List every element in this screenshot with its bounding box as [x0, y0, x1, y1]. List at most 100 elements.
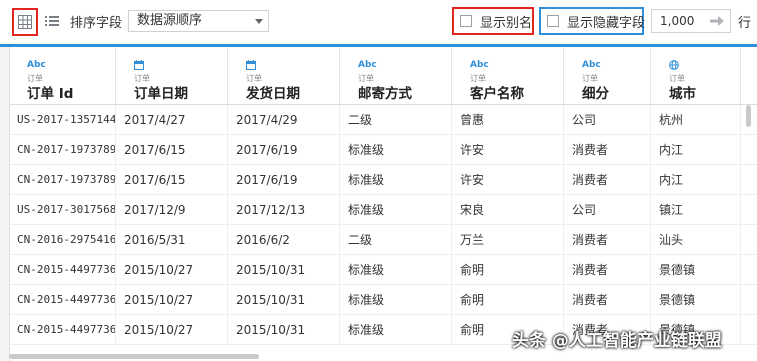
column-header[interactable]: 订单省: [741, 47, 757, 104]
text-type-icon: Abc: [358, 60, 377, 70]
table-cell: 宋良: [452, 195, 564, 225]
table-cell: CN-2015-4497736: [9, 315, 116, 345]
calendar-icon: [134, 60, 144, 71]
data-grid: Abc 订单 订单 Id 订单 订单日期 订单 发货日期 Abc 订单 邮寄方式 Abc 订单 客户名称…: [0, 47, 757, 361]
row-header-column: [0, 47, 10, 361]
show-alias-toggle[interactable]: 显示别名: [452, 7, 534, 35]
show-hidden-fields-toggle[interactable]: 显示隐藏字段: [539, 7, 645, 35]
table-cell: 景德镇: [651, 255, 741, 285]
table-row[interactable]: CN-2015-4497736 2015/10/27 2015/10/31 标准级 俞明…: [0, 285, 757, 315]
table-cell: [741, 225, 757, 255]
table-row[interactable]: US-2017-3017568 2017/12/9 2017/12/13 标准级 宋良公…: [0, 195, 757, 225]
table-cell: US-2017-1357144: [9, 105, 116, 135]
table-cell: 2015/10/27: [116, 285, 228, 315]
column-name: 订单 Id: [27, 86, 74, 102]
table-row[interactable]: US-2017-1357144 2017/4/27 2017/4/29 二级 曾惠 公司杭…: [0, 105, 757, 135]
text-type-icon: Abc: [470, 60, 489, 70]
column-name: 发货日期: [246, 86, 300, 102]
table-cell: 2017/6/15: [116, 165, 228, 195]
horizontal-scrollbar[interactable]: [9, 354, 259, 359]
column-header[interactable]: Abc 订单 细分: [564, 47, 651, 104]
table-cell: 2017/4/27: [116, 105, 228, 135]
table-cell: CN-2015-4497736: [9, 255, 116, 285]
table-cell: 2015/10/27: [116, 315, 228, 345]
table-cell: [741, 195, 757, 225]
column-header[interactable]: Abc 订单 邮寄方式: [340, 47, 452, 104]
table-cell: 消费者: [564, 285, 651, 315]
table-cell: 二级: [340, 105, 452, 135]
sort-field-select[interactable]: 数据源顺序: [128, 10, 269, 32]
column-name: 城市: [669, 86, 696, 102]
column-header[interactable]: 订单 发货日期: [228, 47, 340, 104]
table-cell: CN-2017-1973789: [9, 135, 116, 165]
table-cell: [741, 135, 757, 165]
table-cell: 消费者: [564, 165, 651, 195]
text-type-icon: Abc: [582, 60, 601, 70]
table-row[interactable]: CN-2017-1973789 2017/6/15 2017/6/19 标准级 许安 消费…: [0, 135, 757, 165]
table-cell: CN-2017-1973789: [9, 165, 116, 195]
show-hidden-fields-checkbox[interactable]: [547, 15, 559, 27]
table-cell: US-2017-3017568: [9, 195, 116, 225]
column-header[interactable]: 订单 订单日期: [116, 47, 228, 104]
show-alias-label: 显示别名: [480, 15, 533, 31]
grid-view-button[interactable]: [12, 8, 38, 36]
row-count-suffix: 行: [738, 16, 752, 31]
table-cell: 2017/6/19: [228, 165, 340, 195]
column-name: 细分: [582, 86, 609, 102]
chevron-down-icon: [255, 19, 263, 24]
table-row[interactable]: CN-2016-2975416 2016/5/31 2016/6/2 二级 万兰 消费者汕…: [0, 225, 757, 255]
table-cell: 2016/5/31: [116, 225, 228, 255]
header-row: Abc 订单 订单 Id 订单 订单日期 订单 发货日期 Abc 订单 邮寄方式 Abc 订单 客户名称…: [0, 47, 757, 105]
table-cell: 2015/10/27: [116, 255, 228, 285]
table-cell: 万兰: [452, 225, 564, 255]
sort-field-label: 排序字段: [70, 16, 123, 31]
table-cell: 标准级: [340, 315, 452, 345]
table-cell: 标准级: [340, 165, 452, 195]
table-cell: 杭州: [651, 105, 741, 135]
sort-field-value: 数据源顺序: [137, 13, 203, 28]
table-cell: 内江: [651, 165, 741, 195]
toolbar: 排序字段 数据源顺序 显示别名 显示隐藏字段 1,000 行: [0, 0, 757, 42]
table-cell: 消费者: [564, 135, 651, 165]
table-cell: 2015/10/31: [228, 255, 340, 285]
vertical-scrollbar[interactable]: [746, 105, 751, 127]
list-view-button[interactable]: [43, 11, 61, 31]
table-cell: 汕头: [651, 225, 741, 255]
table-cell: 2017/6/19: [228, 135, 340, 165]
arrow-right-icon[interactable]: [710, 15, 724, 27]
calendar-icon: [246, 60, 256, 71]
table-cell: 2015/10/31: [228, 285, 340, 315]
table-cell: 2017/12/13: [228, 195, 340, 225]
column-header[interactable]: 订单 城市: [651, 47, 741, 104]
column-name: 客户名称: [470, 86, 524, 102]
table-row[interactable]: CN-2017-1973789 2017/6/15 2017/6/19 标准级 许安 消费…: [0, 165, 757, 195]
table-cell: CN-2015-4497736: [9, 285, 116, 315]
table-cell: CN-2016-2975416: [9, 225, 116, 255]
table-cell: 消费者: [564, 255, 651, 285]
column-header[interactable]: Abc 订单 客户名称: [452, 47, 564, 104]
table-row[interactable]: CN-2015-4497736 2015/10/27 2015/10/31 标准级 俞明…: [0, 255, 757, 285]
table-cell: 消费者: [564, 225, 651, 255]
table-cell: 2017/12/9: [116, 195, 228, 225]
column-name: 邮寄方式: [358, 86, 412, 102]
row-count-input[interactable]: 1,000: [651, 9, 731, 33]
show-alias-checkbox[interactable]: [460, 15, 472, 27]
table-cell: 二级: [340, 225, 452, 255]
table-cell: [741, 315, 757, 345]
table-cell: 2017/6/15: [116, 135, 228, 165]
table-cell: [741, 165, 757, 195]
table-cell: 2015/10/31: [228, 315, 340, 345]
row-count-value: 1,000: [660, 14, 695, 28]
text-type-icon: Abc: [27, 60, 46, 70]
table-cell: 公司: [564, 105, 651, 135]
list-view-icon: [45, 16, 59, 26]
table-cell: 标准级: [340, 255, 452, 285]
table-cell: [741, 255, 757, 285]
table-cell: 俞明: [452, 255, 564, 285]
watermark: 头条 @人工智能产业链联盟: [512, 331, 722, 351]
grid-view-icon: [18, 15, 32, 29]
table-cell: 标准级: [340, 195, 452, 225]
table-cell: 景德镇: [651, 285, 741, 315]
table-cell: 许安: [452, 135, 564, 165]
column-header[interactable]: Abc 订单 订单 Id: [9, 47, 116, 104]
